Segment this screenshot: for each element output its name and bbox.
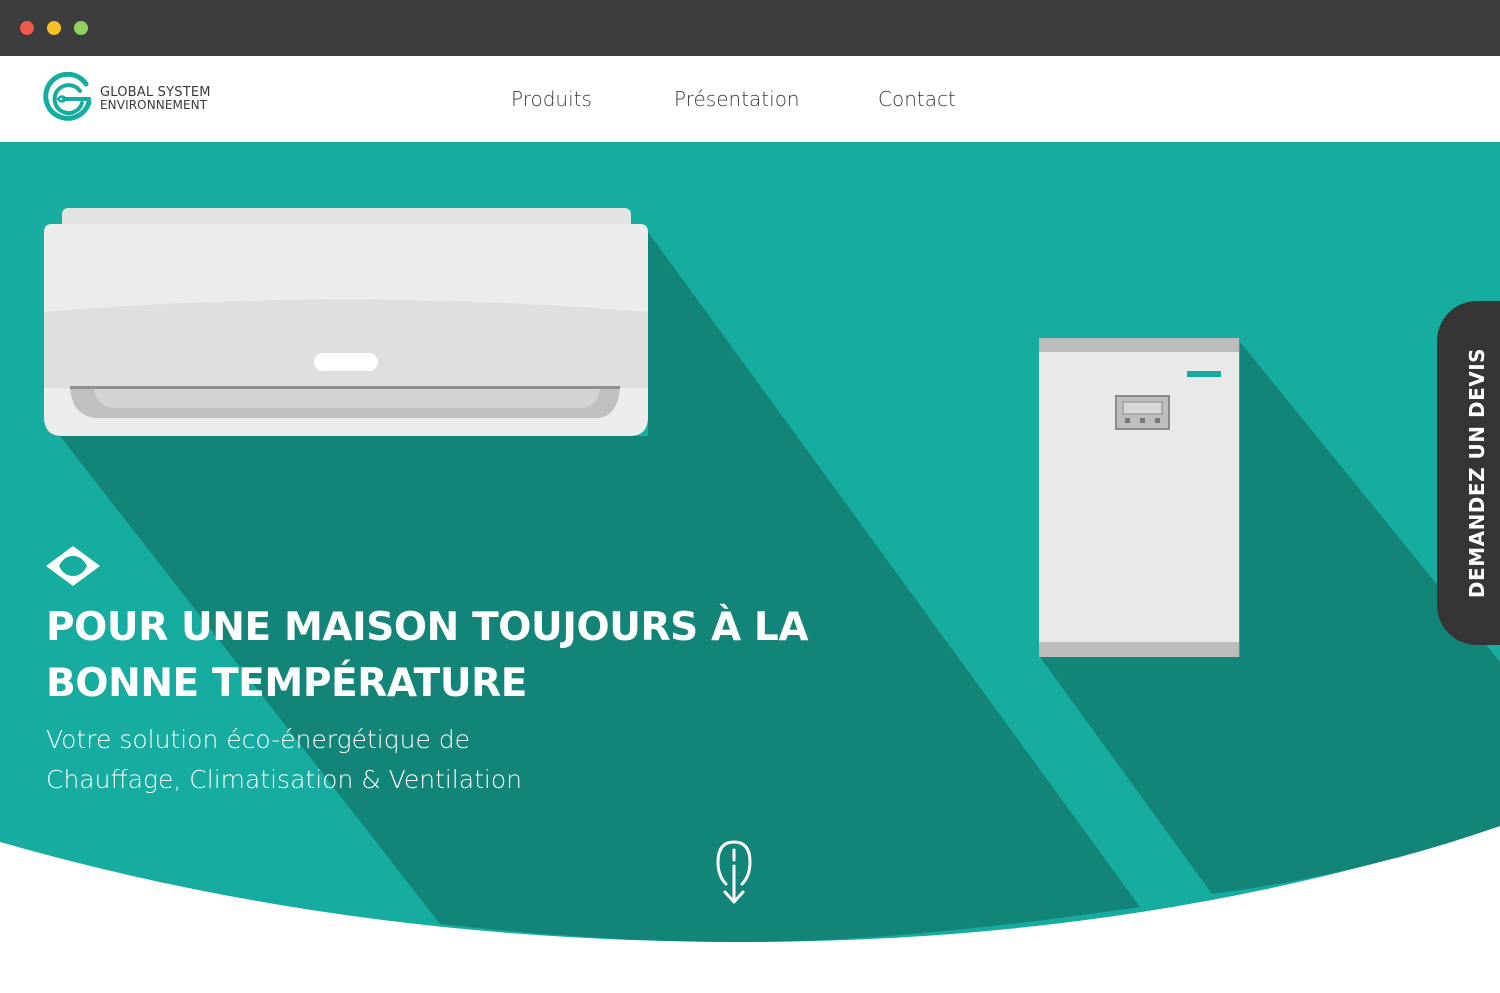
hero-title-line2: BONNE TEMPÉRATURE bbox=[46, 661, 527, 706]
site-logo[interactable]: GLOBAL SYSTEM ENVIRONNEMENT bbox=[42, 70, 232, 128]
minimize-window-button[interactable] bbox=[47, 21, 61, 35]
hero-title: POUR UNE MAISON TOUJOURS À LA BONNE TEMP… bbox=[46, 600, 926, 712]
nav-item-presentation: Présentation bbox=[674, 56, 800, 142]
logo-text: GLOBAL SYSTEM ENVIRONNEMENT bbox=[100, 86, 211, 112]
nav-link-contact[interactable]: Contact bbox=[878, 87, 956, 111]
hero-section: POUR UNE MAISON TOUJOURS À LA BONNE TEMP… bbox=[0, 142, 1500, 993]
close-window-button[interactable] bbox=[20, 21, 34, 35]
hero-subtitle-line1: Votre solution éco-énergétique de bbox=[46, 725, 471, 754]
eye-diamond-icon bbox=[46, 546, 100, 586]
nav-link-produits[interactable]: Produits bbox=[511, 87, 592, 111]
logo-line2: ENVIRONNEMENT bbox=[100, 98, 208, 112]
hero-title-line1: POUR UNE MAISON TOUJOURS À LA bbox=[46, 605, 809, 650]
page: GLOBAL SYSTEM ENVIRONNEMENT Produits Pré… bbox=[0, 56, 1500, 993]
site-header: GLOBAL SYSTEM ENVIRONNEMENT Produits Pré… bbox=[0, 56, 1500, 142]
boiler-illustration bbox=[1039, 338, 1239, 657]
nav-item-contact: Contact bbox=[878, 56, 956, 142]
request-quote-label: DEMANDEZ UN DEVIS bbox=[1465, 347, 1489, 599]
nav-link-presentation[interactable]: Présentation bbox=[674, 87, 800, 111]
mouse-scroll-down-icon[interactable] bbox=[714, 838, 754, 910]
gse-logo-icon bbox=[43, 72, 92, 121]
hero-subtitle-line2: Chauffage, Climatisation & Ventilation bbox=[46, 765, 522, 794]
nav-item-produits: Produits bbox=[511, 56, 592, 142]
maximize-window-button[interactable] bbox=[74, 21, 88, 35]
air-conditioner-illustration bbox=[44, 208, 648, 436]
request-quote-button[interactable]: DEMANDEZ UN DEVIS bbox=[1437, 301, 1500, 645]
browser-toolbar bbox=[0, 0, 1500, 56]
hero-subtitle: Votre solution éco-énergétique de Chauff… bbox=[46, 720, 746, 800]
